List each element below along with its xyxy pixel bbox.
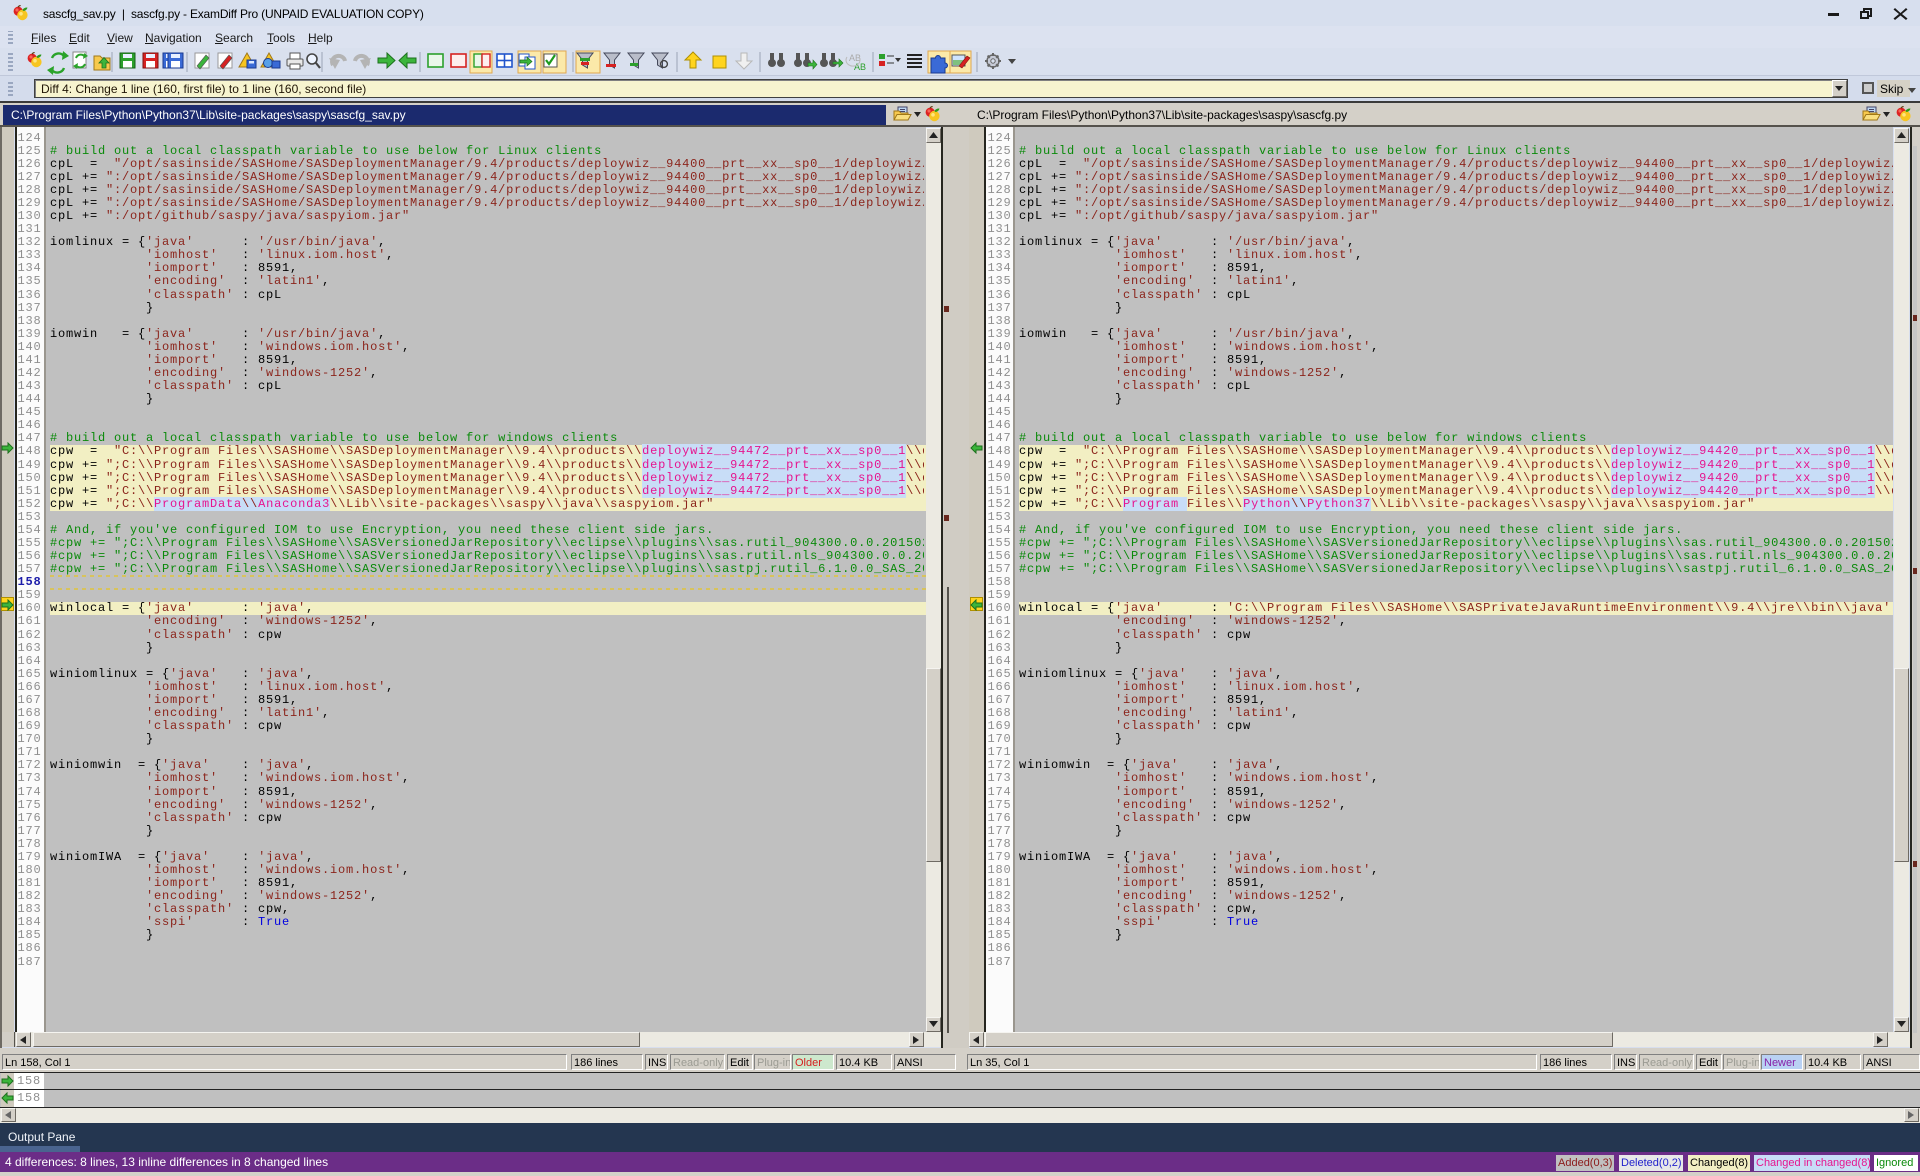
svg-text:AB: AB	[854, 62, 866, 72]
